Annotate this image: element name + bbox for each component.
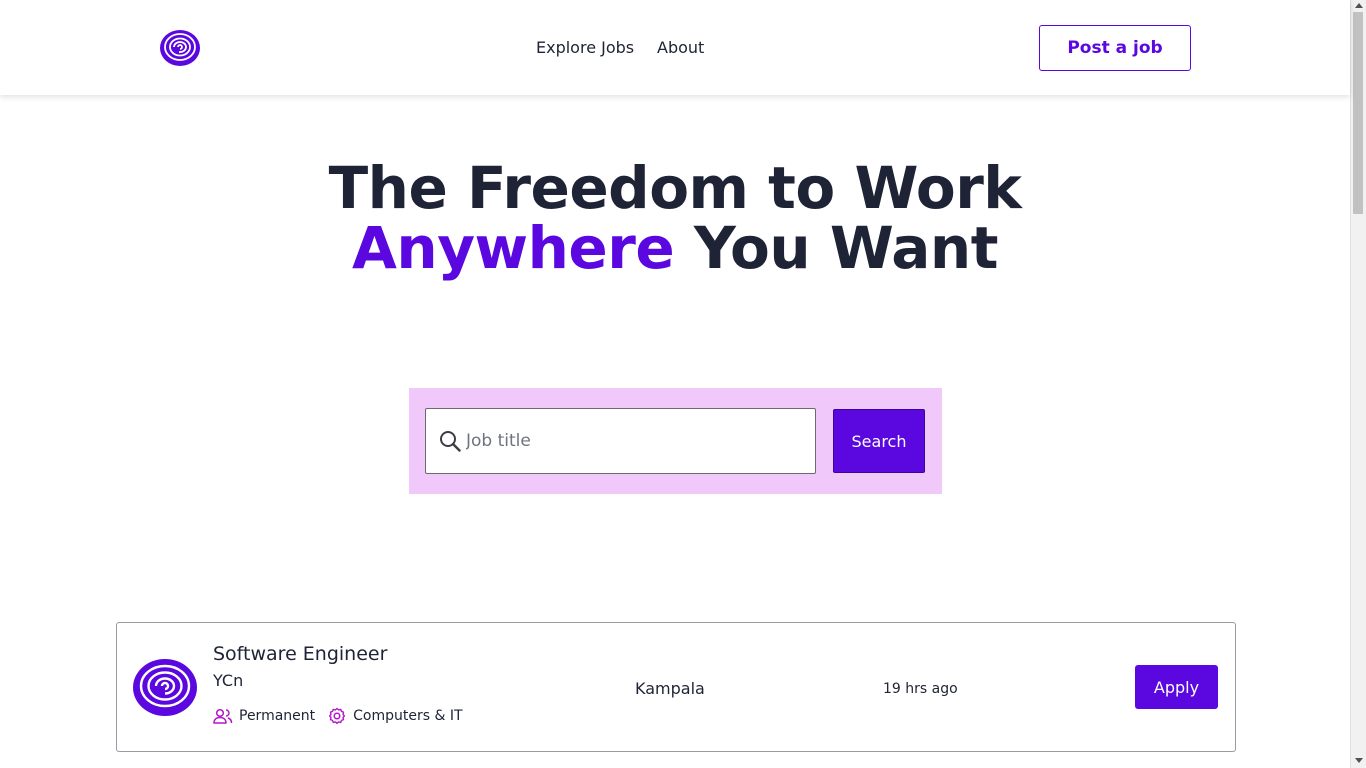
hero-heading: The Freedom to Work Anywhere You Want — [0, 158, 1350, 278]
search-button[interactable]: Search — [833, 409, 925, 473]
job-type-label: Permanent — [239, 708, 316, 724]
job-title[interactable]: Software Engineer — [213, 643, 387, 665]
scrollbar-thumb[interactable] — [1353, 12, 1363, 214]
hero-line-2-rest: You Want — [693, 214, 999, 282]
scroll-down-arrow-icon[interactable] — [1355, 758, 1363, 763]
nav-about[interactable]: About — [657, 37, 704, 59]
company-logo-icon — [133, 659, 197, 716]
scroll-up-arrow-icon[interactable] — [1355, 3, 1363, 8]
search-box[interactable] — [425, 408, 816, 474]
job-posted-time: 19 hrs ago — [883, 681, 958, 697]
job-category-label: Computers & IT — [353, 708, 463, 724]
apply-button[interactable]: Apply — [1135, 665, 1218, 709]
site-logo-icon[interactable] — [160, 30, 200, 66]
hero-line-1: The Freedom to Work — [328, 154, 1022, 222]
job-card[interactable]: Software Engineer YCn Permanent Computer… — [116, 622, 1236, 752]
job-title-search-input[interactable] — [466, 410, 806, 472]
post-job-button[interactable]: Post a job — [1039, 25, 1191, 71]
site-header: Explore Jobs About Post a job — [0, 0, 1350, 95]
job-location: Kampala — [635, 679, 705, 698]
search-panel: Search — [409, 388, 942, 494]
company-name: YCn — [213, 671, 244, 690]
gear-icon — [329, 707, 346, 724]
users-icon — [213, 708, 233, 724]
job-tags: Permanent Computers & IT — [213, 707, 475, 725]
job-type-tag: Permanent — [213, 708, 315, 724]
nav-explore-jobs[interactable]: Explore Jobs — [536, 37, 634, 59]
hero-accent-word: Anywhere — [352, 214, 675, 282]
job-category-tag: Computers & IT — [327, 707, 463, 725]
vertical-scrollbar[interactable] — [1350, 0, 1366, 768]
search-icon — [440, 431, 461, 452]
